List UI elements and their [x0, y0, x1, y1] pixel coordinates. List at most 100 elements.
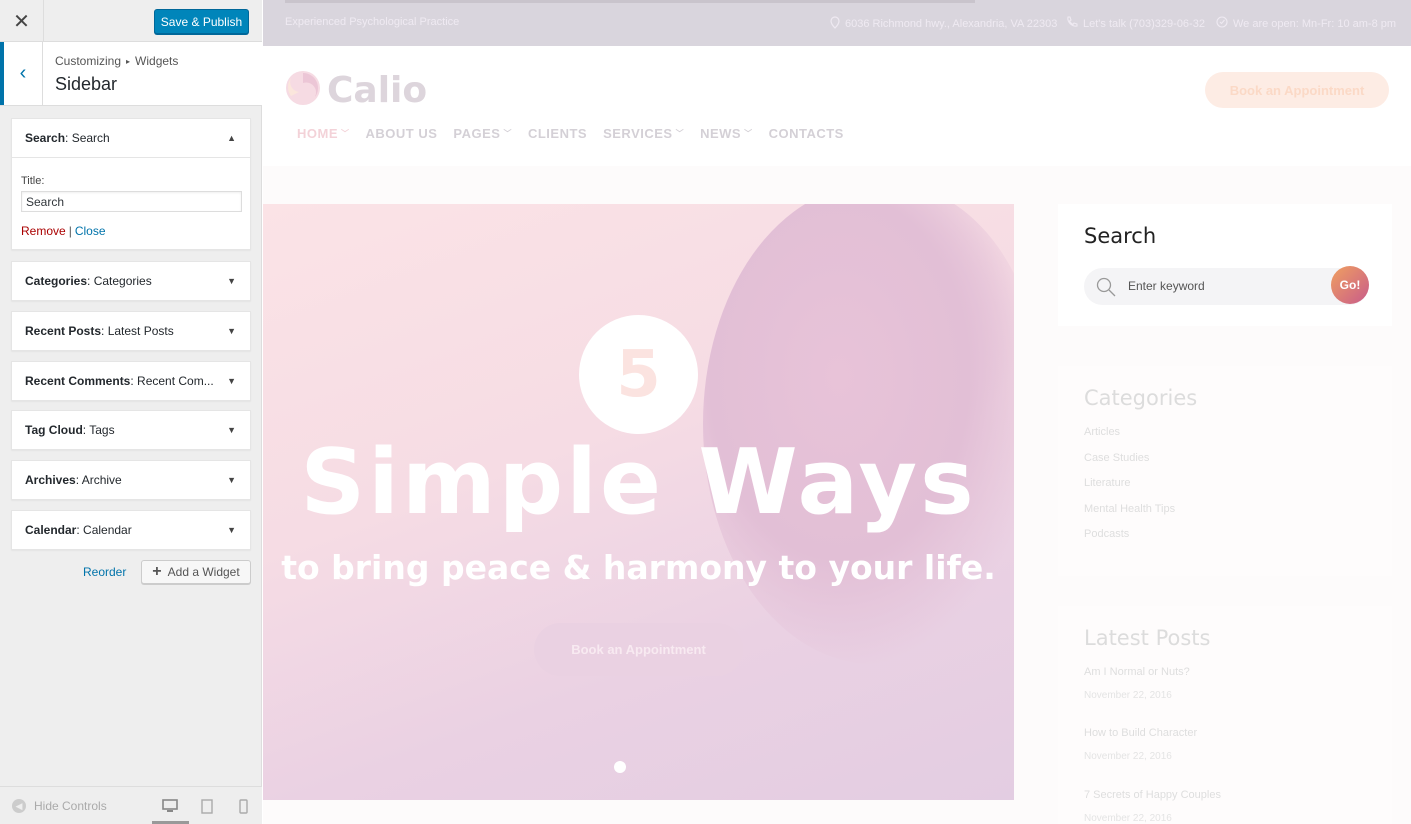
widget-calendar[interactable]: Calendar: Calendar ▼ — [11, 510, 251, 550]
hero-appointment-button[interactable]: Book an Appointment — [534, 623, 743, 676]
expand-arrow-icon[interactable]: ▼ — [227, 475, 236, 485]
collapse-arrow-icon[interactable]: ▲ — [227, 133, 236, 143]
widget-title: Categories: Categories — [25, 274, 152, 288]
post-item: Am I Normal or Nuts? November 22, 2016 — [1084, 666, 1190, 701]
expand-arrow-icon[interactable]: ▼ — [227, 525, 236, 535]
widget-search: Search: Search ▲ Title: Remove|Close — [11, 118, 251, 250]
search-go-button[interactable]: Go! — [1331, 266, 1369, 304]
logo-mark-icon — [285, 70, 321, 111]
desktop-preview-icon[interactable] — [161, 797, 179, 815]
close-link[interactable]: Close — [75, 224, 106, 238]
post-title[interactable]: Am I Normal or Nuts? — [1084, 666, 1190, 678]
customizer-header: ✕ Save & Publish — [0, 0, 262, 42]
breadcrumb-leaf: Widgets — [135, 54, 179, 68]
add-widget-label: Add a Widget — [167, 565, 240, 579]
sidebar-search-widget: Search Enter keyword Go! — [1058, 204, 1392, 326]
main-nav: HOME ﹀ ABOUT US PAGES ﹀ CLIENTS SERVICES ﹀ … — [297, 126, 844, 141]
nav-item-contacts[interactable]: CONTACTS — [769, 126, 844, 141]
logo-text: Calio — [327, 70, 428, 111]
post-date: November 22, 2016 — [1084, 690, 1172, 701]
section-title: Sidebar — [55, 74, 118, 94]
expand-arrow-icon[interactable]: ▼ — [227, 326, 236, 336]
nav-item-about[interactable]: ABOUT US — [366, 126, 438, 141]
post-title[interactable]: 7 Secrets of Happy Couples — [1084, 789, 1221, 801]
slider-dot[interactable] — [614, 761, 626, 773]
category-link[interactable]: Mental Health Tips — [1084, 503, 1175, 529]
search-form[interactable]: Enter keyword Go! — [1084, 266, 1369, 305]
widget-archives[interactable]: Archives: Archive ▼ — [11, 460, 251, 500]
reorder-link[interactable]: Reorder — [83, 565, 126, 579]
widget-recent-posts[interactable]: Recent Posts: Latest Posts ▼ — [11, 311, 251, 351]
category-link[interactable]: Podcasts — [1084, 528, 1175, 554]
title-field-label: Title: — [21, 175, 45, 187]
hero-number-badge: 5 — [579, 315, 698, 434]
sidebar-categories-widget: Categories Articles Case Studies Literat… — [1058, 366, 1392, 576]
top-bar: Experienced Psychological Practice 6036 … — [263, 0, 1411, 46]
close-icon[interactable]: ✕ — [0, 0, 44, 42]
phone-text: Let's talk (703)329-06-32 — [1083, 17, 1205, 30]
widget-search-header[interactable]: Search: Search ▲ — [12, 119, 250, 158]
widget-title: Tag Cloud: Tags — [25, 423, 115, 437]
chevron-down-icon: ﹀ — [675, 129, 685, 138]
breadcrumb-separator-icon: ▸ — [126, 57, 131, 66]
search-icon — [1096, 277, 1116, 297]
nav-item-clients[interactable]: CLIENTS — [528, 126, 587, 141]
post-item: How to Build Character November 22, 2016 — [1084, 727, 1197, 762]
title-field[interactable] — [21, 191, 242, 212]
post-item: 7 Secrets of Happy Couples November 22, … — [1084, 789, 1221, 824]
widget-categories[interactable]: Categories: Categories ▼ — [11, 261, 251, 301]
post-date: November 22, 2016 — [1084, 751, 1172, 762]
separator: | — [68, 224, 72, 238]
hide-controls-button[interactable]: ◀ Hide Controls — [12, 799, 107, 813]
search-input[interactable]: Enter keyword — [1128, 279, 1205, 293]
widget-title: Archives: Archive — [25, 473, 122, 487]
search-widget-title: Search — [1084, 224, 1157, 248]
post-title[interactable]: How to Build Character — [1084, 727, 1197, 739]
chevron-down-icon: ﹀ — [744, 129, 753, 138]
categories-list: Articles Case Studies Literature Mental … — [1084, 426, 1175, 554]
widget-title: Calendar: Calendar — [25, 523, 132, 537]
widget-tag-cloud[interactable]: Tag Cloud: Tags ▼ — [11, 410, 251, 450]
site-logo[interactable]: Calio — [285, 70, 427, 111]
widget-title: Recent Comments: Recent Com... — [25, 374, 214, 388]
back-arrow-icon[interactable]: ‹ — [0, 42, 43, 105]
site-tagline: Experienced Psychological Practice — [285, 16, 460, 28]
sidebar-latest-posts-widget: Latest Posts Am I Normal or Nuts? Novemb… — [1058, 606, 1392, 824]
header-appointment-button[interactable]: Book an Appointment — [1205, 72, 1389, 108]
widget-recent-comments[interactable]: Recent Comments: Recent Com... ▼ — [11, 361, 251, 401]
customizer-footer: ◀ Hide Controls — [0, 786, 262, 824]
hide-controls-label: Hide Controls — [34, 799, 107, 813]
latest-posts-widget-title: Latest Posts — [1084, 626, 1211, 650]
widget-actions: Remove | Close — [21, 224, 106, 238]
collapse-icon: ◀ — [12, 799, 26, 813]
expand-arrow-icon[interactable]: ▼ — [227, 425, 236, 435]
category-link[interactable]: Literature — [1084, 477, 1175, 503]
phone-info: Let's talk (703)329-06-32 — [1066, 16, 1205, 31]
breadcrumb-root: Customizing — [55, 54, 122, 68]
hours-text: We are open: Mn-Fr: 10 am-8 pm — [1233, 17, 1397, 30]
widget-title: Recent Posts: Latest Posts — [25, 324, 174, 338]
nav-item-news[interactable]: NEWS ﹀ — [700, 126, 753, 141]
hero-subtitle: to bring peace & harmony to your life. — [281, 548, 996, 587]
categories-widget-title: Categories — [1084, 386, 1198, 410]
save-publish-button[interactable]: Save & Publish — [154, 9, 249, 34]
tablet-preview-icon[interactable] — [198, 797, 216, 815]
remove-link[interactable]: Remove — [21, 224, 66, 238]
address-text: 6036 Richmond hwy., Alexandria, VA 22303 — [845, 18, 1058, 30]
customizer-panel: ✕ Save & Publish ‹ Customizing ▸ Widgets S… — [0, 0, 262, 824]
expand-arrow-icon[interactable]: ▼ — [227, 276, 236, 286]
add-widget-button[interactable]: + Add a Widget — [141, 560, 251, 584]
category-link[interactable]: Case Studies — [1084, 452, 1175, 478]
top-bar-line — [285, 0, 975, 3]
post-date: November 22, 2016 — [1084, 813, 1172, 824]
nav-item-services[interactable]: SERVICES ﹀ — [603, 126, 684, 141]
hero-slider: 5 Simple Ways to bring peace & harmony t… — [263, 204, 1014, 800]
hero-title: Simple Ways — [300, 430, 977, 535]
plus-icon: + — [152, 563, 162, 580]
map-pin-icon — [830, 16, 840, 32]
expand-arrow-icon[interactable]: ▼ — [227, 376, 236, 386]
mobile-preview-icon[interactable] — [234, 797, 252, 815]
nav-item-home[interactable]: HOME ﹀ — [297, 126, 350, 141]
nav-item-pages[interactable]: PAGES ﹀ — [453, 126, 512, 141]
category-link[interactable]: Articles — [1084, 426, 1175, 452]
